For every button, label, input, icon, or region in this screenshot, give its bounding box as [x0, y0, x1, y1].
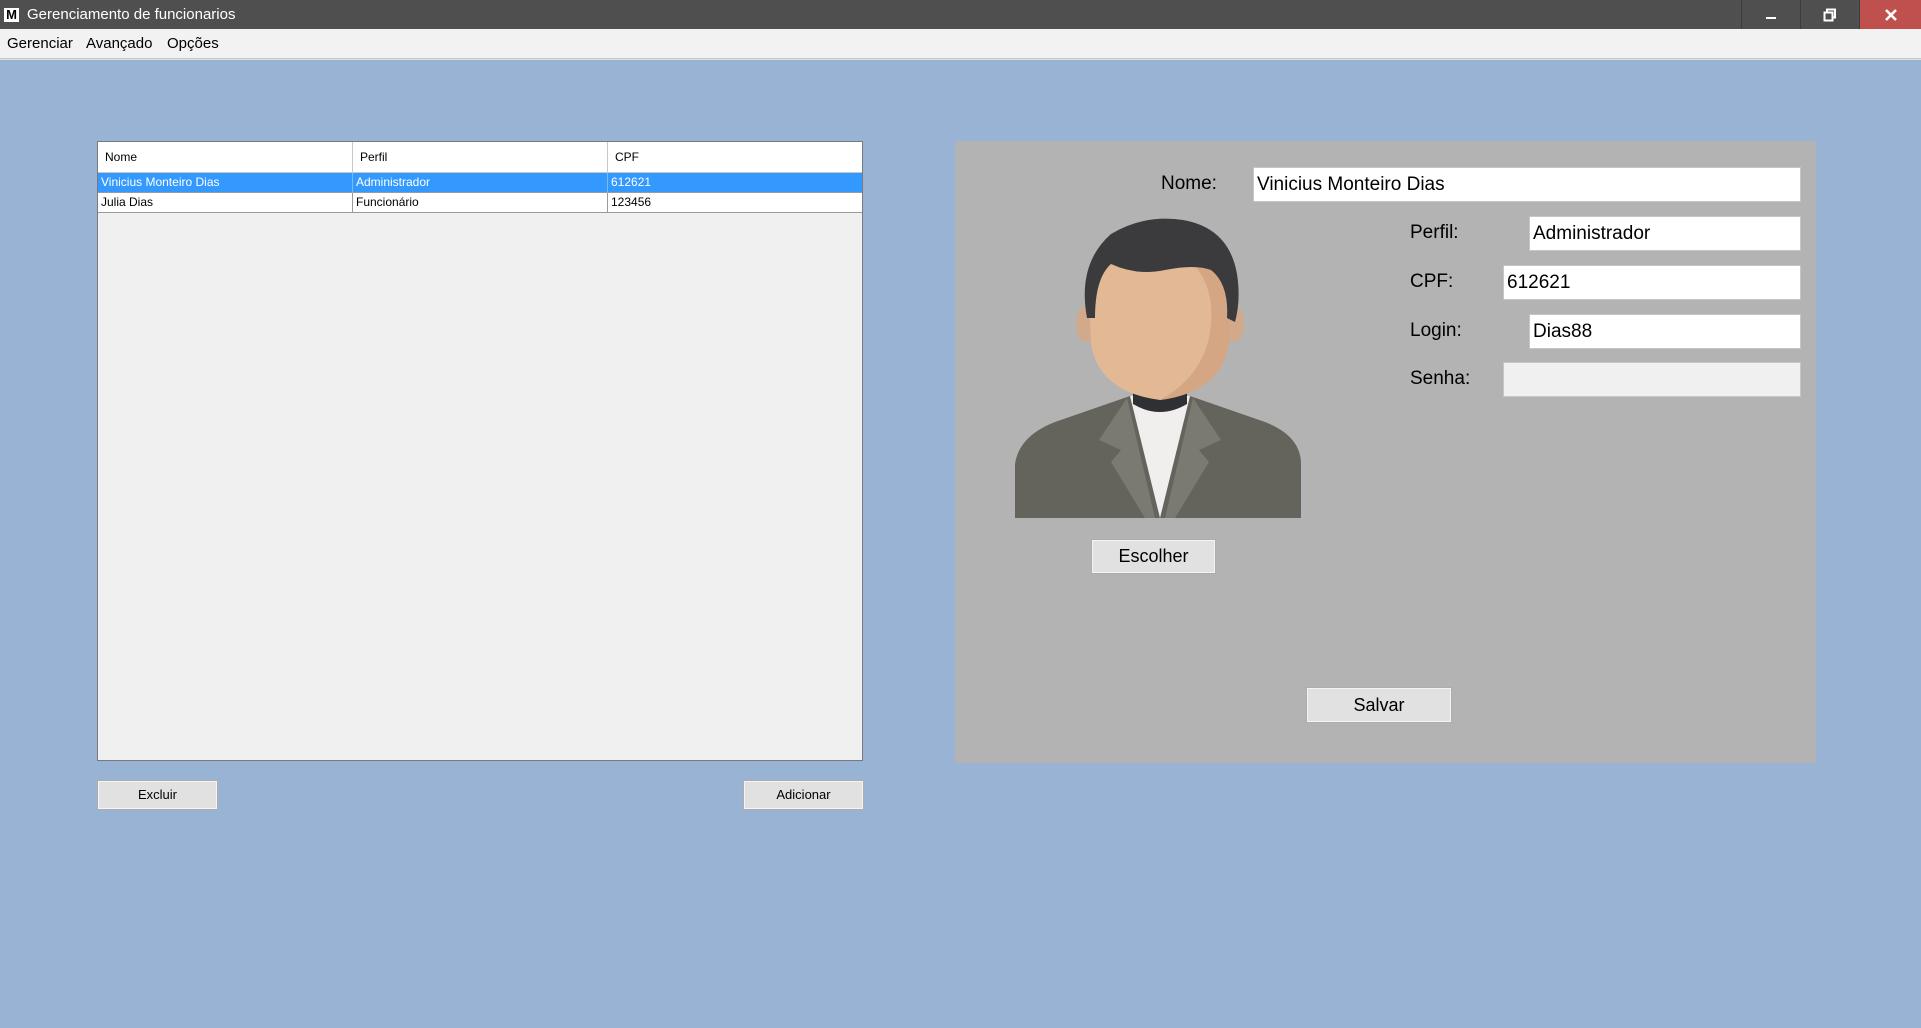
- nome-field[interactable]: [1253, 167, 1801, 202]
- choose-photo-button[interactable]: Escolher: [1091, 539, 1216, 574]
- close-button[interactable]: [1859, 0, 1921, 29]
- login-field[interactable]: [1529, 314, 1801, 349]
- cell-perfil: Administrador: [353, 173, 608, 193]
- menu-opcoes[interactable]: Opções: [167, 35, 219, 52]
- save-button[interactable]: Salvar: [1306, 687, 1452, 723]
- cell-cpf: 612621: [611, 175, 652, 189]
- cpf-field[interactable]: [1503, 265, 1801, 300]
- senha-label: Senha:: [1410, 368, 1471, 389]
- employee-table[interactable]: Nome Perfil CPF Vinicius Monteiro Dias A…: [97, 141, 863, 761]
- perfil-label: Perfil:: [1410, 222, 1459, 243]
- cell-perfil: Funcionário: [353, 193, 608, 213]
- cell-cpf: 123456: [611, 195, 652, 209]
- cpf-label: CPF:: [1410, 271, 1454, 292]
- window-title: Gerenciamento de funcionarios: [27, 6, 236, 23]
- cell-nome: Vinicius Monteiro Dias: [98, 173, 353, 193]
- add-button[interactable]: Adicionar: [743, 780, 864, 810]
- employee-form: Nome: Escolher Perfil: CPF: Login: Senha…: [955, 141, 1816, 763]
- column-header-cpf[interactable]: CPF: [608, 142, 862, 172]
- delete-button[interactable]: Excluir: [97, 780, 218, 810]
- column-header-perfil[interactable]: Perfil: [353, 142, 608, 172]
- menu-bar: Gerenciar Avançado Opções: [0, 29, 1921, 59]
- menu-gerenciar[interactable]: Gerenciar: [7, 35, 73, 52]
- perfil-field[interactable]: [1529, 216, 1801, 251]
- minimize-button[interactable]: [1741, 0, 1800, 29]
- cell-nome: Julia Dias: [98, 193, 353, 213]
- restore-button[interactable]: [1800, 0, 1859, 29]
- nome-label: Nome:: [1161, 173, 1217, 194]
- table-header: Nome Perfil CPF: [98, 142, 862, 173]
- senha-field[interactable]: [1503, 362, 1801, 397]
- restore-icon: [1823, 8, 1836, 22]
- menu-divider: [0, 59, 1921, 60]
- table-row[interactable]: Julia Dias Funcionário 123456: [98, 193, 862, 213]
- table-row[interactable]: Vinicius Monteiro Dias Administrador 612…: [98, 173, 862, 193]
- column-header-nome[interactable]: Nome: [98, 142, 353, 172]
- menu-avancado[interactable]: Avançado: [86, 35, 152, 52]
- app-icon: M: [4, 8, 19, 22]
- login-label: Login:: [1410, 320, 1462, 341]
- minimize-icon: [1766, 17, 1776, 19]
- close-icon: [1885, 9, 1897, 21]
- title-bar: M Gerenciamento de funcionarios: [0, 0, 1921, 29]
- user-avatar-icon: [1015, 218, 1301, 518]
